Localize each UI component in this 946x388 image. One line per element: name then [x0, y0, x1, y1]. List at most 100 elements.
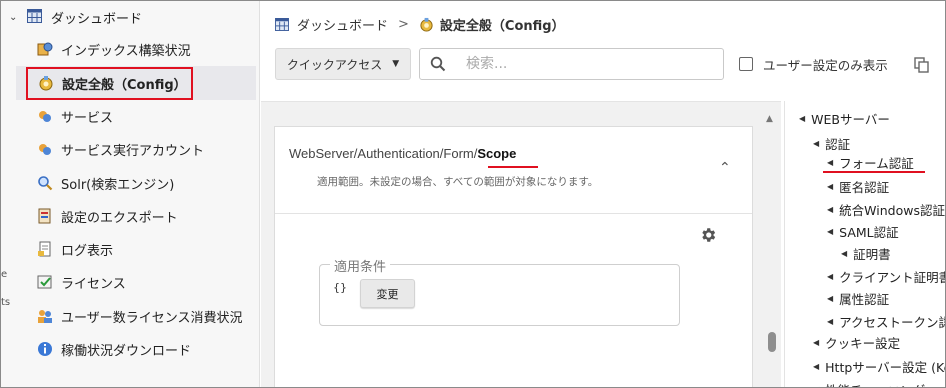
license-icon	[37, 274, 53, 290]
sidebar-item-label: ライセンス	[61, 276, 126, 292]
service-icon	[37, 108, 53, 124]
config-icon	[419, 17, 434, 32]
tree-node-windows-auth[interactable]: ◀ 統合Windows認証	[827, 199, 945, 219]
sidebar-item-user-license[interactable]: ユーザー数ライセンス消費状況	[37, 304, 242, 328]
tree-node-client-cert[interactable]: ◀ クライアント証明書	[827, 266, 946, 286]
quick-access-button[interactable]: クイックアクセス ▼	[275, 48, 411, 80]
tree-node-label: 性能チューニング	[825, 380, 925, 388]
tree-node-label: SAML認証	[839, 224, 899, 240]
sidebar-item-solr[interactable]: Solr(検索エンジン)	[37, 171, 174, 195]
setting-key: Scope	[477, 146, 517, 161]
tree-node-auth[interactable]: ◀ 認証	[813, 133, 850, 153]
sidebar-item-download[interactable]: 稼働状況ダウンロード	[37, 337, 191, 361]
setting-path-prefix: WebServer/Authentication/Form/	[289, 146, 478, 161]
index-build-icon	[37, 41, 53, 57]
tree-node-label: 統合Windows認証	[839, 202, 945, 218]
sidebar: ⌄ ダッシュボード インデックス構築状況 設定全般（Config） サービス サ…	[1, 1, 260, 387]
tree-node-label: Httpサーバー設定 (Ke	[825, 359, 946, 375]
tree-node-label: 匿名認証	[839, 179, 890, 195]
chevron-down-icon[interactable]: ⌄	[9, 12, 19, 23]
breadcrumb-root-link[interactable]: ダッシュボード	[297, 15, 388, 34]
sidebar-item-label: ユーザー数ライセンス消費状況	[61, 310, 243, 326]
setting-description: 適用範囲。未設定の場合、すべての範囲が対象になります。	[317, 176, 599, 188]
log-icon	[37, 241, 53, 257]
dashboard-icon	[27, 9, 43, 25]
tree-node-performance[interactable]: ◀ 性能チューニング	[813, 379, 925, 388]
export-icon	[37, 208, 53, 224]
breadcrumb: ダッシュボード > 設定全般（Config）	[275, 13, 565, 35]
scroll-up-arrow-icon[interactable]: ▲	[766, 114, 773, 124]
sidebar-item-export[interactable]: 設定のエクスポート	[37, 204, 178, 228]
search-icon	[430, 56, 446, 72]
sidebar-item-label: ログ表示	[61, 243, 114, 259]
caret-left-icon: ◀	[827, 181, 834, 191]
sidebar-item-label: Solr(検索エンジン)	[61, 177, 175, 193]
tree-node-http-server[interactable]: ◀ Httpサーバー設定 (Ke	[813, 356, 946, 376]
apply-condition-fieldset: 適用条件 {} 変更	[319, 256, 680, 326]
settings-tree: ◀ WEBサーバー ◀ 認証 ◀ フォーム認証 ◀ 匿名認証 ◀ 統合Windows認証 …	[784, 101, 946, 388]
sidebar-item-label: 設定のエクスポート	[61, 210, 178, 226]
app-window: ⌄ ダッシュボード インデックス構築状況 設定全般（Config） サービス サ…	[0, 0, 946, 388]
sidebar-item-log[interactable]: ログ表示	[37, 237, 113, 261]
sidebar-item-dashboard[interactable]: ⌄ ダッシュボード	[9, 7, 142, 27]
search-input[interactable]	[464, 55, 708, 73]
quick-access-label: クイックアクセス	[286, 57, 383, 72]
search-box[interactable]	[419, 48, 724, 80]
tree-node-access-token[interactable]: ◀ アクセストークン認	[827, 311, 946, 331]
caret-down-icon: ▼	[392, 59, 400, 69]
tree-node-label: クッキー設定	[825, 335, 901, 351]
tree-node-cookie[interactable]: ◀ クッキー設定	[813, 332, 900, 352]
tree-node-label: WEBサーバー	[811, 111, 890, 127]
tree-node-label: クライアント証明書	[839, 269, 946, 285]
apply-condition-legend: 適用条件	[330, 256, 391, 275]
tree-selected-underline	[823, 171, 925, 173]
sidebar-item-service[interactable]: サービス	[37, 104, 113, 128]
scrollbar-thumb[interactable]	[768, 332, 776, 352]
caret-left-icon: ◀	[813, 138, 820, 148]
caret-left-icon: ◀	[827, 293, 834, 303]
user-license-icon	[37, 308, 53, 324]
tree-node-saml-auth[interactable]: ◀ SAML認証	[827, 221, 899, 241]
tree-node-attribute-auth[interactable]: ◀ 属性認証	[827, 288, 889, 308]
change-button[interactable]: 変更	[360, 279, 415, 308]
tree-node-label: 認証	[825, 136, 851, 152]
tree-node-label: 証明書	[853, 246, 891, 262]
tree-node-label: 属性認証	[839, 291, 890, 307]
service-account-icon	[37, 141, 53, 157]
setting-path-title: WebServer/Authentication/Form/Scope	[289, 146, 516, 161]
collapse-icon[interactable]: ⌃	[719, 160, 731, 176]
caret-left-icon: ◀	[813, 361, 820, 371]
user-settings-only-label[interactable]: ユーザー設定のみ表示	[763, 55, 888, 74]
tree-node-web-server[interactable]: ◀ WEBサーバー	[799, 108, 890, 128]
download-icon	[37, 341, 53, 357]
apply-condition-value: {}	[333, 281, 347, 294]
sidebar-item-license[interactable]: ライセンス	[37, 270, 126, 294]
sidebar-item-service-account[interactable]: サービス実行アカウント	[37, 137, 204, 161]
sidebar-item-label: サービス	[61, 110, 114, 126]
caret-left-icon: ◀	[827, 271, 834, 281]
sidebar-item-label: インデックス構築状況	[61, 43, 191, 59]
sidebar-item-label: 稼働状況ダウンロード	[61, 343, 192, 359]
dashboard-icon	[275, 17, 289, 31]
copy-icon[interactable]	[913, 56, 931, 74]
edge-mark: ts	[1, 297, 11, 308]
user-settings-only-checkbox[interactable]	[739, 57, 753, 71]
tree-node-certificate[interactable]: ◀ 証明書	[841, 243, 891, 263]
gear-icon[interactable]	[699, 226, 717, 244]
caret-left-icon: ◀	[827, 226, 834, 236]
breadcrumb-separator: >	[398, 16, 409, 32]
tree-node-label: アクセストークン認	[839, 314, 946, 330]
sidebar-item-label: サービス実行アカウント	[61, 143, 205, 159]
setting-card-header[interactable]: WebServer/Authentication/Form/Scope 適用範囲…	[275, 127, 752, 214]
caret-left-icon: ◀	[813, 385, 819, 388]
caret-left-icon: ◀	[827, 316, 834, 326]
active-item-highlight	[26, 67, 193, 100]
caret-left-icon: ◀	[813, 337, 820, 347]
breadcrumb-current: 設定全般（Config）	[439, 18, 565, 34]
tree-node-form-auth[interactable]: ◀ フォーム認証	[827, 152, 914, 172]
sidebar-root-label: ダッシュボード	[51, 11, 143, 27]
tree-node-anonymous-auth[interactable]: ◀ 匿名認証	[827, 176, 889, 196]
caret-left-icon: ◀	[827, 204, 834, 214]
sidebar-item-index-build[interactable]: インデックス構築状況	[37, 37, 191, 61]
setting-key-underline	[488, 166, 538, 168]
